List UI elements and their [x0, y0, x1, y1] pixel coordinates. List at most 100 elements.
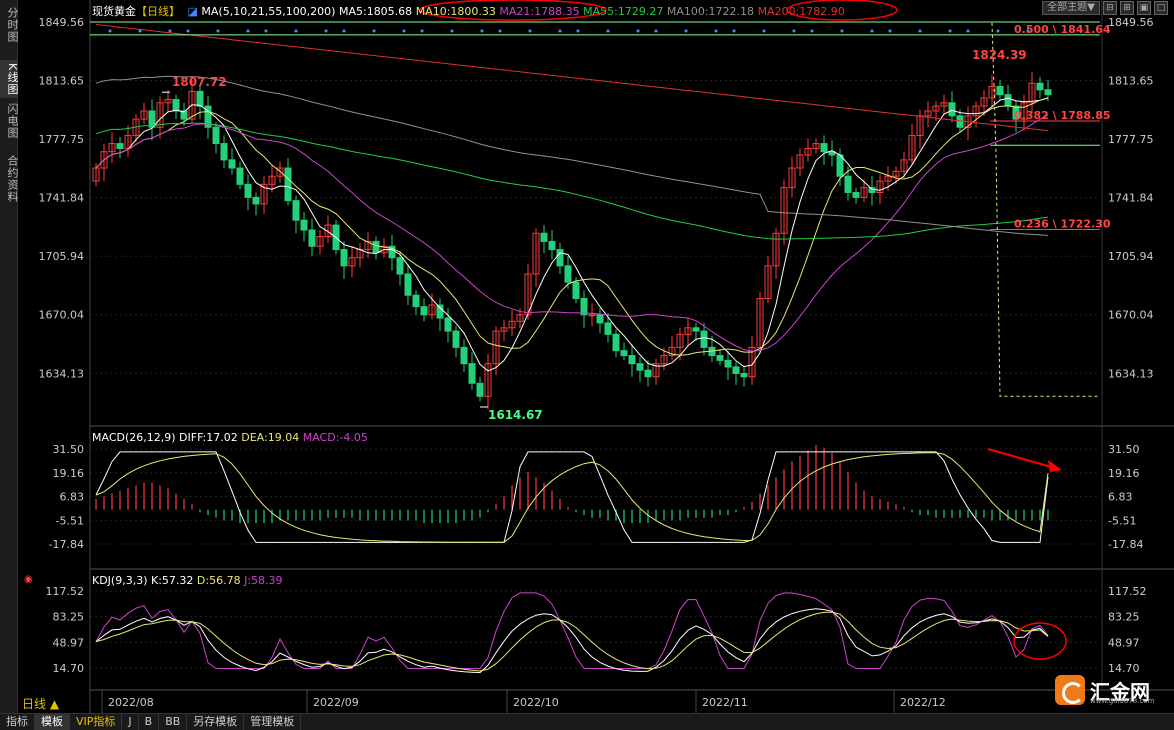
candle-body	[844, 175, 852, 193]
kdj-axis-right-2: 48.97	[1108, 636, 1140, 649]
fib-0236-label: 0.236 \ 1722.30	[1014, 218, 1111, 231]
ma200-value: MA200:1782.90	[757, 5, 845, 18]
candle-body	[868, 187, 876, 193]
candle-body	[588, 314, 596, 317]
restore-icon[interactable]: ▣	[1137, 1, 1151, 15]
logo-icon	[1055, 675, 1085, 705]
candle-body	[420, 306, 428, 316]
settings-dot-icon[interactable]: ◉	[24, 574, 33, 585]
price-axis-right-4: 1705.94	[1108, 250, 1154, 263]
macd-axis-left-4: -17.84	[49, 538, 84, 551]
signal-dot	[498, 29, 502, 33]
candle-body	[116, 143, 124, 149]
sidebar-tab-1[interactable]: K线图	[0, 60, 19, 99]
candle-body	[572, 281, 580, 299]
shrink-icon[interactable]: ⊟	[1103, 1, 1117, 15]
candle-body	[540, 232, 548, 242]
kdj-axis-left-1: 83.25	[53, 611, 85, 624]
candle-body	[852, 191, 860, 198]
bottom-tab-0[interactable]: 指标	[0, 714, 35, 730]
signal-dot	[654, 29, 658, 33]
macd-axis-left-2: 6.83	[60, 491, 85, 504]
bottom-tab-4[interactable]: B	[139, 714, 160, 730]
signal-dot	[264, 29, 268, 33]
candle-body	[700, 330, 708, 348]
candle-body	[820, 143, 828, 153]
ma-indicator-icon[interactable]: ◪	[188, 5, 198, 18]
expand-icon[interactable]: ⊞	[1120, 1, 1134, 15]
kdj-d: D:56.78	[196, 574, 241, 587]
candle-body	[604, 322, 612, 335]
period-button[interactable]: 日线 ▲	[22, 695, 59, 712]
signal-dot	[294, 29, 298, 33]
price-header: 现货黄金【日线】 ◪ MA(5,10,21,55,100,200) MA5:18…	[92, 3, 845, 19]
candle-body	[548, 240, 556, 251]
bottom-tab-2[interactable]: VIP指标	[70, 714, 123, 730]
signal-dot	[636, 29, 640, 33]
price-axis-right-5: 1670.04	[1108, 309, 1154, 322]
signal-dot	[576, 29, 580, 33]
time-axis-0: 2022/08	[108, 696, 154, 709]
macd-macd: MACD:-4.05	[302, 431, 368, 444]
macd-axis-left-0: 31.50	[53, 443, 85, 456]
bottom-tab-6[interactable]: 另存模板	[187, 714, 245, 730]
signal-dot	[138, 29, 142, 33]
sidebar-tab-3[interactable]: 合约资料	[0, 152, 19, 206]
candle-body	[580, 297, 588, 316]
signal-dot	[108, 29, 112, 33]
time-axis-3: 2022/11	[702, 696, 748, 709]
bottom-tab-1[interactable]: 模板	[35, 714, 70, 730]
candle-body	[716, 355, 724, 361]
signal-dot	[684, 29, 688, 33]
price-axis-right-3: 1741.84	[1108, 192, 1154, 205]
signal-dot	[324, 29, 328, 33]
maximize-icon[interactable]: □	[1154, 1, 1168, 15]
sidebar-tab-2[interactable]: 闪电图	[0, 100, 19, 142]
chart-canvas[interactable]: 1849.56 1849.56 1813.65 1813.65 1777.75 1777.…	[19, 0, 1174, 713]
signal-dot	[714, 29, 718, 33]
candle-body	[228, 159, 236, 169]
macd-dea-line	[95, 452, 1049, 543]
side-toolbar: 分时图 K线图 闪电图合约资料	[0, 0, 19, 713]
ma55-value: MA55:1729.27	[583, 5, 664, 18]
price-axis-right-0: 1849.56	[1108, 16, 1154, 29]
candle-body	[628, 355, 636, 365]
price-axis-left-6: 1634.13	[39, 367, 85, 380]
candle-body	[292, 200, 300, 221]
candle-body	[836, 154, 844, 177]
bottom-tab-5[interactable]: BB	[159, 714, 188, 730]
bottom-tabbar: 指标 模板 VIP指标 J B BB 另存模板 管理模板	[0, 713, 1174, 730]
candle-body	[436, 304, 444, 319]
theme-dropdown[interactable]: 全部主题▼	[1042, 1, 1100, 15]
bottom-tab-7[interactable]: 管理模板	[244, 714, 302, 730]
macd-dea: DEA:19.04	[241, 431, 300, 444]
candle-body	[468, 363, 476, 384]
ma21-line	[95, 114, 1049, 352]
candle-body	[612, 333, 620, 352]
bottom-tab-3[interactable]: J	[122, 714, 139, 730]
price-axis-left-3: 1741.84	[39, 192, 85, 205]
candle-body	[452, 330, 460, 348]
candle-body	[284, 167, 292, 202]
sidebar-tab-0[interactable]: 分时图	[0, 4, 19, 46]
price-axis-left-4: 1705.94	[39, 250, 85, 263]
signal-dot	[792, 29, 796, 33]
candle-body	[404, 273, 412, 296]
time-axis-1: 2022/09	[313, 696, 359, 709]
signal-dot	[450, 29, 454, 33]
projection-line	[991, 22, 1100, 397]
signal-dot	[966, 29, 970, 33]
signal-dot	[216, 29, 220, 33]
candle-body	[596, 314, 604, 324]
signal-dot	[372, 29, 376, 33]
candle-body	[692, 327, 700, 332]
candle-body	[740, 372, 748, 378]
kdj-params: KDJ(9,3,3)	[92, 574, 148, 587]
signal-dot	[168, 29, 172, 33]
candle-body	[636, 363, 644, 371]
macd-axis-right-2: 6.83	[1108, 491, 1133, 504]
ma10-line	[95, 97, 1049, 356]
signal-dot	[948, 29, 952, 33]
signal-dot	[606, 29, 610, 33]
ma21-value: MA21:1788.35	[499, 5, 580, 18]
